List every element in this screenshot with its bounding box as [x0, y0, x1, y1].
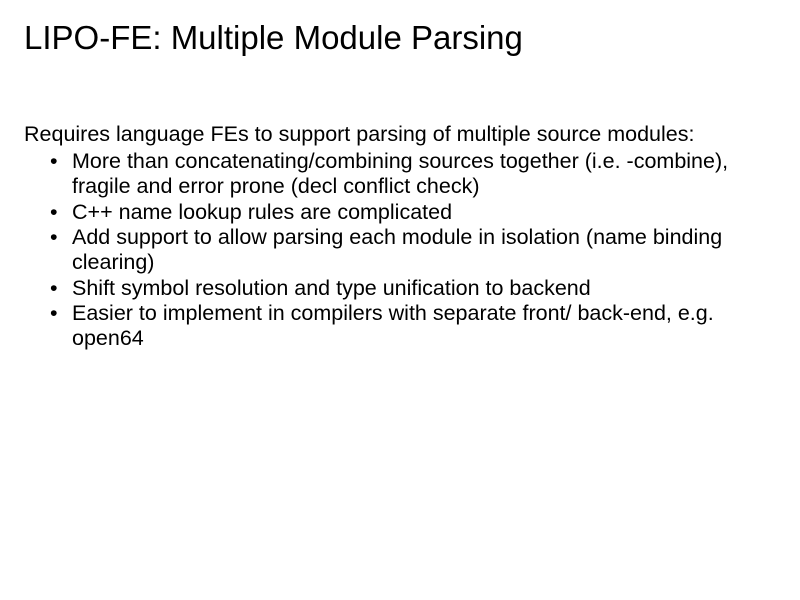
intro-text: Requires language FEs to support parsing…	[24, 122, 776, 147]
slide-title: LIPO-FE: Multiple Module Parsing	[24, 18, 776, 58]
list-item: Easier to implement in compilers with se…	[72, 301, 776, 352]
bullet-list: More than concatenating/combining source…	[24, 149, 776, 352]
list-item: More than concatenating/combining source…	[72, 149, 776, 200]
list-item: C++ name lookup rules are complicated	[72, 200, 776, 225]
list-item: Add support to allow parsing each module…	[72, 225, 776, 276]
list-item: Shift symbol resolution and type unifica…	[72, 276, 776, 301]
slide: LIPO-FE: Multiple Module Parsing Require…	[0, 0, 800, 600]
